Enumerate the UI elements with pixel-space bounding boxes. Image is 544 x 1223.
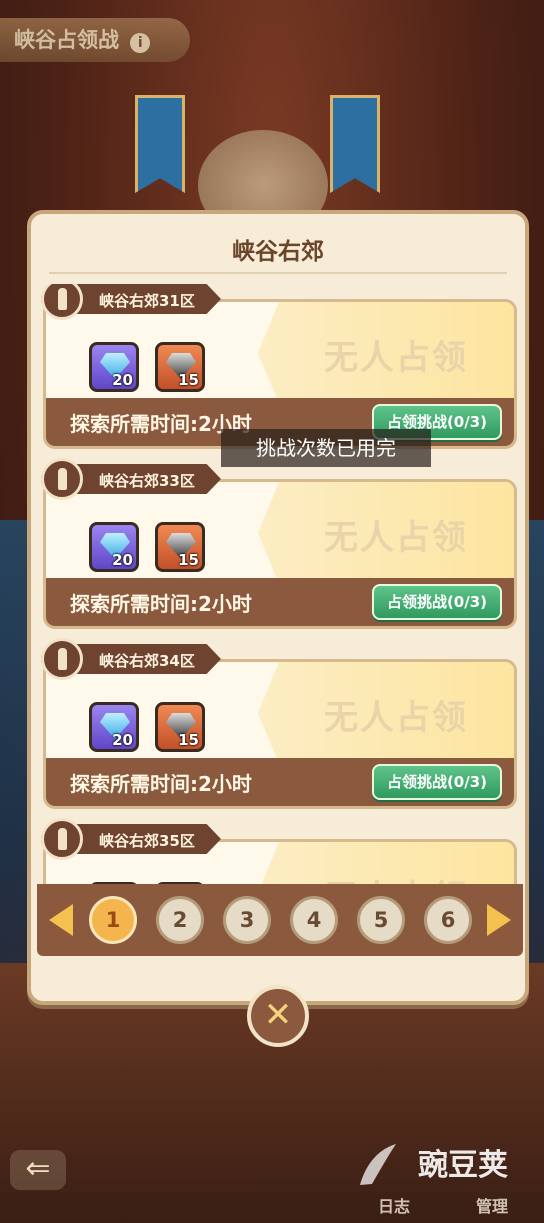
page-button-2[interactable]: 2	[156, 896, 204, 944]
occupy-status: 无人占领	[324, 698, 468, 738]
zone-name: 峡谷右郊35区	[99, 832, 195, 850]
zone-name: 峡谷右郊34区	[99, 652, 195, 670]
top-title: 峡谷占领战 i	[0, 18, 190, 62]
dialog-title: 峡谷右郊	[232, 239, 324, 265]
top-title-text: 峡谷占领战	[14, 28, 119, 52]
watermark-text: 豌豆荚	[418, 1148, 508, 1183]
manage-label[interactable]: 管理	[476, 1193, 508, 1217]
card-footer: 探索所需时间:2小时 占领挑战(0/3)	[46, 578, 514, 626]
card-body: 无人占领 20 15 探索所需时间:2小时 占领挑战(0/3)	[43, 479, 517, 629]
pawn-icon	[41, 818, 83, 860]
card-footer: 探索所需时间:2小时 占领挑战(0/3)	[46, 758, 514, 806]
blue-diamond-reward[interactable]: 20	[89, 702, 139, 752]
banner-right	[330, 95, 380, 193]
zone-card: 无人占领 20 15 探索所需时间:2小时 占领挑战(0/3) 峡谷右郊33区	[41, 458, 517, 629]
occupy-status: 无人占领	[324, 870, 468, 884]
reward-count: 15	[178, 551, 199, 569]
zone-name: 峡谷右郊31区	[99, 292, 195, 310]
divider	[49, 272, 507, 274]
occupy-challenge-button[interactable]: 占领挑战(0/3)	[372, 584, 502, 620]
black-diamond-reward[interactable]: 15	[155, 702, 205, 752]
arrow-left-icon: ⇐	[25, 1151, 51, 1186]
occupy-status: 无人占领	[324, 338, 468, 378]
banner-left	[135, 95, 185, 193]
occupy-status-area: 无人占领	[258, 662, 514, 764]
reward-count: 20	[112, 551, 133, 569]
prev-page-icon[interactable]	[49, 904, 73, 936]
zone-dialog: 峡谷右郊 无人占领 20 15 探索所需时间:2小时 占领挑战(0/3) 峡谷右…	[27, 210, 529, 1005]
close-button[interactable]: ✕	[247, 985, 309, 1047]
zone-card: 无人占领 20 15 探索所需时间:2小时 占领挑战(0/3) 峡谷右郊34区	[41, 638, 517, 809]
page-button-1[interactable]: 1	[89, 896, 137, 944]
log-label[interactable]: 日志	[378, 1193, 410, 1217]
zone-card: 无人占领 20 15 探索所需时间:2小时 占领挑战(0/3) 峡谷右郊31区	[41, 284, 517, 449]
card-body: 无人占领 20 15 探索所需时间:2小时 占领挑战(0/3)	[43, 659, 517, 809]
blue-diamond-reward[interactable]: 20	[89, 342, 139, 392]
reward-count: 20	[112, 371, 133, 389]
black-diamond-reward[interactable]: 15	[155, 342, 205, 392]
occupy-status-area: 无人占领	[258, 482, 514, 584]
blue-diamond-reward[interactable]: 20	[89, 522, 139, 572]
page-button-3[interactable]: 3	[223, 896, 271, 944]
pawn-icon	[41, 458, 83, 500]
page-button-6[interactable]: 6	[424, 896, 472, 944]
page-button-4[interactable]: 4	[290, 896, 338, 944]
next-page-icon[interactable]	[487, 904, 511, 936]
card-body: 无人占领 20 15 探索所需时间:2小时 占领挑战(0/3)	[43, 299, 517, 449]
reward-count: 15	[178, 371, 199, 389]
pawn-icon	[41, 638, 83, 680]
black-diamond-reward[interactable]: 15	[155, 522, 205, 572]
zone-name: 峡谷右郊33区	[99, 472, 195, 490]
occupy-challenge-button[interactable]: 占领挑战(0/3)	[372, 764, 502, 800]
toast-message: 挑战次数已用完	[221, 429, 431, 467]
back-button[interactable]: ⇐	[10, 1150, 66, 1190]
info-icon[interactable]: i	[130, 33, 151, 53]
zone-list[interactable]: 无人占领 20 15 探索所需时间:2小时 占领挑战(0/3) 峡谷右郊31区	[41, 284, 517, 884]
zone-card: 无人占领 峡谷右郊35区	[41, 818, 517, 884]
page-button-5[interactable]: 5	[357, 896, 405, 944]
explore-time: 探索所需时间:2小时	[70, 772, 252, 796]
watermark-logo-icon	[360, 1144, 396, 1185]
occupy-status: 无人占领	[324, 518, 468, 558]
occupy-status-area: 无人占领	[258, 842, 514, 884]
explore-time: 探索所需时间:2小时	[70, 592, 252, 616]
reward-count: 20	[112, 731, 133, 749]
pagination: 1 2 3 4 5 6	[37, 884, 523, 956]
occupy-status-area: 无人占领	[258, 302, 514, 404]
reward-count: 15	[178, 731, 199, 749]
